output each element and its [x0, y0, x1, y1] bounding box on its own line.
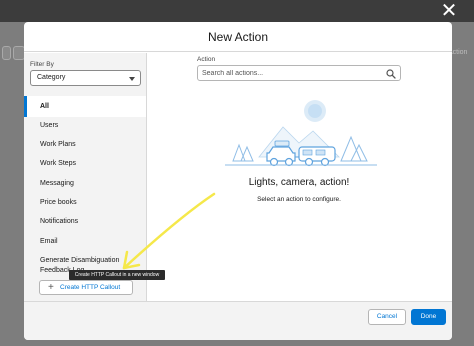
- create-http-callout-button[interactable]: + Create HTTP Callout: [39, 280, 133, 295]
- modal-header: New Action: [24, 22, 452, 52]
- empty-state-subtitle: Select an action to configure.: [257, 196, 341, 203]
- create-http-callout-label: Create HTTP Callout: [60, 284, 121, 291]
- category-item-notifications[interactable]: Notifications: [24, 218, 146, 225]
- filter-selected-value: Category: [37, 74, 66, 81]
- new-action-modal: New Action Filter By Category All Users …: [24, 22, 452, 340]
- close-icon[interactable]: ✕: [439, 1, 459, 21]
- category-item-work-steps[interactable]: Work Steps: [24, 160, 146, 167]
- done-button[interactable]: Done: [411, 309, 446, 325]
- category-item-generate-disambiguation[interactable]: Generate Disambiguation: [24, 257, 146, 264]
- category-item-work-plans[interactable]: Work Plans: [24, 141, 146, 148]
- category-item-users[interactable]: Users: [24, 122, 146, 129]
- app-header-bar: [0, 0, 474, 22]
- action-search-box[interactable]: [197, 65, 401, 81]
- chevron-down-icon: [129, 77, 135, 81]
- filter-label: Filter By: [30, 61, 54, 68]
- plus-icon: +: [48, 282, 54, 293]
- category-item-all[interactable]: All: [24, 96, 146, 117]
- background-button: [2, 46, 11, 60]
- modal-footer: Cancel Done: [24, 301, 452, 340]
- category-item-messaging[interactable]: Messaging: [24, 180, 146, 187]
- category-item-price-books[interactable]: Price books: [24, 199, 146, 206]
- tooltip: Create HTTP Callout in a new window: [69, 270, 165, 280]
- search-icon[interactable]: [386, 69, 396, 79]
- empty-state-title: Lights, camera, action!: [248, 177, 350, 188]
- action-search-input[interactable]: [202, 68, 382, 79]
- camping-illustration: [225, 100, 377, 167]
- cancel-button[interactable]: Cancel: [368, 309, 406, 325]
- modal-title: New Action: [207, 30, 269, 44]
- filter-select[interactable]: Category: [30, 70, 141, 86]
- action-label: Action: [197, 56, 216, 63]
- category-panel: Filter By Category All Users Work Plans …: [24, 53, 147, 301]
- category-item-email[interactable]: Email: [24, 238, 146, 245]
